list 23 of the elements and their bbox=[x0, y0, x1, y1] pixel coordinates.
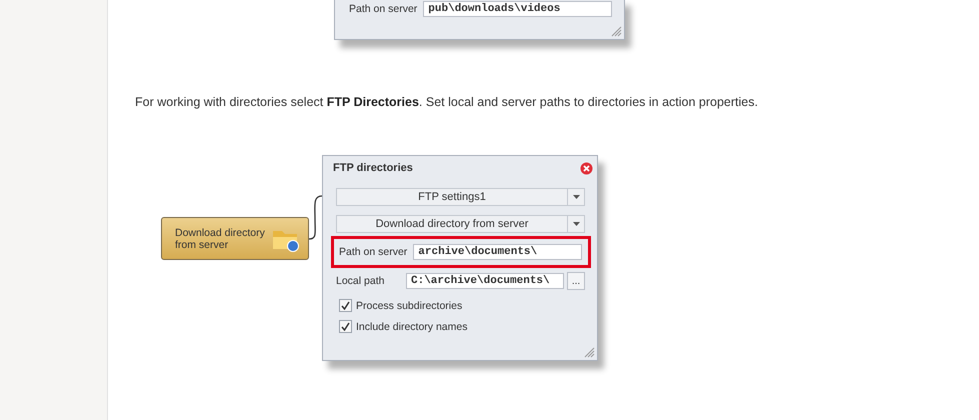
path-label: Path on server bbox=[339, 246, 408, 258]
dropdown-arrow-icon bbox=[572, 222, 580, 226]
action-node[interactable]: Download directory from server bbox=[161, 217, 309, 260]
checkbox[interactable] bbox=[339, 299, 352, 312]
description-text: For working with directories select FTP Directories. Set local and server paths to directories in action properties. bbox=[135, 95, 759, 109]
dialog-title: FTP directories bbox=[333, 162, 413, 174]
resize-grip-icon[interactable] bbox=[611, 26, 622, 37]
local-path-label: Local path bbox=[336, 275, 386, 287]
path-label: Path on server bbox=[349, 3, 418, 15]
checkbox-label: Include directory names bbox=[356, 320, 468, 332]
path-field[interactable]: pub\downloads\videos bbox=[423, 1, 612, 17]
local-path-field[interactable]: C:\archive\documents\ bbox=[406, 273, 564, 289]
browse-button[interactable]: ... bbox=[567, 272, 585, 290]
path-field[interactable]: archive\documents\ bbox=[413, 244, 582, 260]
resize-grip-icon[interactable] bbox=[584, 347, 595, 358]
checkbox-label: Process subdirectories bbox=[356, 300, 462, 312]
settings-select[interactable]: FTP settings1 bbox=[336, 188, 585, 206]
close-icon[interactable] bbox=[580, 162, 593, 174]
checkbox[interactable] bbox=[339, 320, 352, 333]
connector-line bbox=[309, 195, 322, 240]
node-label: Download directory from server bbox=[175, 226, 266, 250]
action-select[interactable]: Download directory from server bbox=[336, 215, 585, 233]
dropdown-arrow-icon bbox=[572, 195, 580, 199]
